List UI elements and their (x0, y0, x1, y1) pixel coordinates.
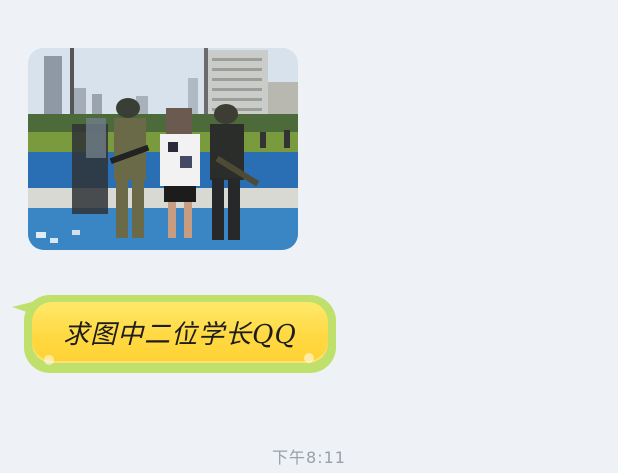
message-bubble: 求图中二位学长QQ (24, 295, 336, 373)
text-message[interactable]: 求图中二位学长QQ (12, 293, 338, 377)
message-text: 求图中二位学长QQ (63, 320, 297, 350)
bubble-decoration (44, 355, 54, 365)
bubble-decoration (304, 353, 314, 363)
message-bubble-inner: 求图中二位学长QQ (32, 302, 328, 363)
message-timestamp: 下午8:11 (272, 448, 346, 467)
chat-area: 求图中二位学长QQ 下午8:11 (0, 0, 618, 473)
image-message[interactable] (28, 48, 298, 250)
photo-image (28, 48, 298, 250)
